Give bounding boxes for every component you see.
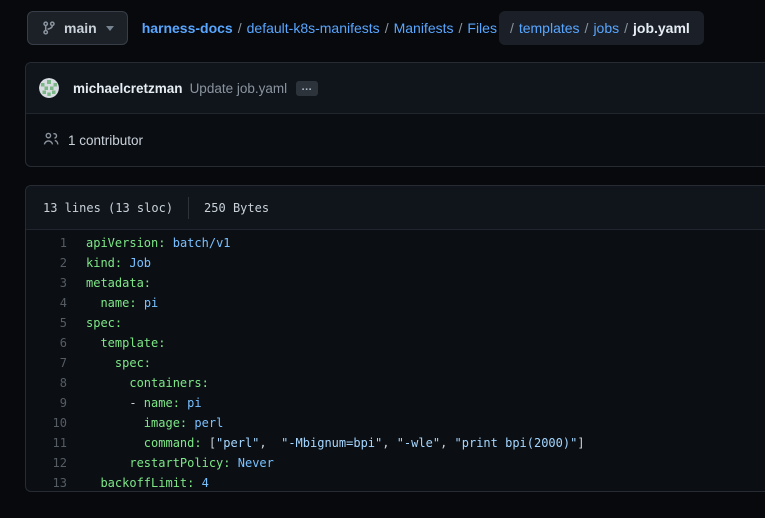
line-number[interactable]: 13 — [26, 473, 67, 492]
breadcrumb-separator: / — [459, 20, 463, 36]
code-text: restartPolicy: Never — [67, 453, 274, 473]
branch-selector-button[interactable]: main — [27, 11, 128, 45]
code-line: 6 template: — [26, 333, 765, 353]
file-viewer-box: 13 lines (13 sloc) 250 Bytes 1apiVersion… — [25, 185, 765, 492]
code-line: 2kind: Job — [26, 253, 765, 273]
code-line: 4 name: pi — [26, 293, 765, 313]
code-lines: 1apiVersion: batch/v12kind: Job3metadata… — [26, 230, 765, 492]
code-text: apiVersion: batch/v1 — [67, 233, 231, 253]
breadcrumb-separator: / — [510, 20, 514, 36]
breadcrumb-bar: main harness-docs / default-k8s-manifests /… — [0, 0, 765, 56]
line-number[interactable]: 8 — [26, 373, 67, 393]
breadcrumb-separator: / — [238, 20, 242, 36]
file-info-bar: 13 lines (13 sloc) 250 Bytes — [26, 186, 765, 230]
branch-name-label: main — [64, 20, 97, 36]
code-line: 13 backoffLimit: 4 — [26, 473, 765, 492]
breadcrumb-separator: / — [624, 20, 628, 36]
code-line: 10 image: perl — [26, 413, 765, 433]
line-number[interactable]: 10 — [26, 413, 67, 433]
breadcrumb-highlight: /templates/jobs/job.yaml — [499, 11, 704, 45]
code-text: command: ["perl", "-Mbignum=bpi", "-wle"… — [67, 433, 585, 453]
code-text: image: perl — [67, 413, 223, 433]
line-number[interactable]: 9 — [26, 393, 67, 413]
breadcrumb: harness-docs / default-k8s-manifests / Manif… — [136, 11, 704, 45]
commit-author-link[interactable]: michaelcretzman — [73, 81, 183, 96]
code-line: 3metadata: — [26, 273, 765, 293]
code-line: 8 containers: — [26, 373, 765, 393]
code-text: - name: pi — [67, 393, 202, 413]
breadcrumb-link[interactable]: default-k8s-manifests — [247, 20, 380, 36]
line-number[interactable]: 12 — [26, 453, 67, 473]
contributors-count-link[interactable]: 1 contributor — [68, 133, 143, 148]
line-number[interactable]: 7 — [26, 353, 67, 373]
line-number[interactable]: 1 — [26, 233, 67, 253]
git-branch-icon — [41, 20, 57, 36]
code-line: 12 restartPolicy: Never — [26, 453, 765, 473]
breadcrumb-link[interactable]: Manifests — [394, 20, 454, 36]
line-number[interactable]: 4 — [26, 293, 67, 313]
avatar[interactable] — [39, 78, 59, 98]
file-lines-info: 13 lines (13 sloc) — [43, 201, 173, 215]
code-line: 9 - name: pi — [26, 393, 765, 413]
code-text: kind: Job — [67, 253, 151, 273]
code-text: metadata: — [67, 273, 151, 293]
code-text: name: pi — [67, 293, 158, 313]
code-text: spec: — [67, 313, 122, 333]
line-number[interactable]: 5 — [26, 313, 67, 333]
breadcrumb-current-file: job.yaml — [633, 20, 690, 36]
breadcrumb-separator: / — [585, 20, 589, 36]
commit-header-row: michaelcretzman Update job.yaml … — [26, 63, 765, 114]
breadcrumb-link[interactable]: Files — [467, 20, 497, 36]
commit-ellipsis-button[interactable]: … — [296, 81, 318, 96]
code-line: 5spec: — [26, 313, 765, 333]
code-text: template: — [67, 333, 165, 353]
breadcrumb-link[interactable]: templates — [519, 20, 580, 36]
line-number[interactable]: 2 — [26, 253, 67, 273]
code-text: backoffLimit: 4 — [67, 473, 209, 492]
chevron-down-icon — [106, 26, 114, 31]
breadcrumb-separator: / — [385, 20, 389, 36]
line-number[interactable]: 11 — [26, 433, 67, 453]
latest-commit-box: michaelcretzman Update job.yaml … 1 cont… — [25, 62, 765, 167]
breadcrumb-link[interactable]: harness-docs — [142, 20, 233, 36]
people-icon — [43, 131, 68, 150]
code-text: spec: — [67, 353, 151, 373]
code-line: 11 command: ["perl", "-Mbignum=bpi", "-w… — [26, 433, 765, 453]
file-size-info: 250 Bytes — [204, 201, 269, 215]
commit-message-link[interactable]: Update job.yaml — [190, 81, 288, 96]
line-number[interactable]: 3 — [26, 273, 67, 293]
breadcrumb-link[interactable]: jobs — [593, 20, 619, 36]
breadcrumb-plain: harness-docs / default-k8s-manifests / Manif… — [136, 20, 497, 36]
code-line: 7 spec: — [26, 353, 765, 373]
file-info-divider — [188, 197, 189, 219]
code-text: containers: — [67, 373, 209, 393]
contributors-row: 1 contributor — [26, 114, 765, 167]
code-line: 1apiVersion: batch/v1 — [26, 233, 765, 253]
line-number[interactable]: 6 — [26, 333, 67, 353]
